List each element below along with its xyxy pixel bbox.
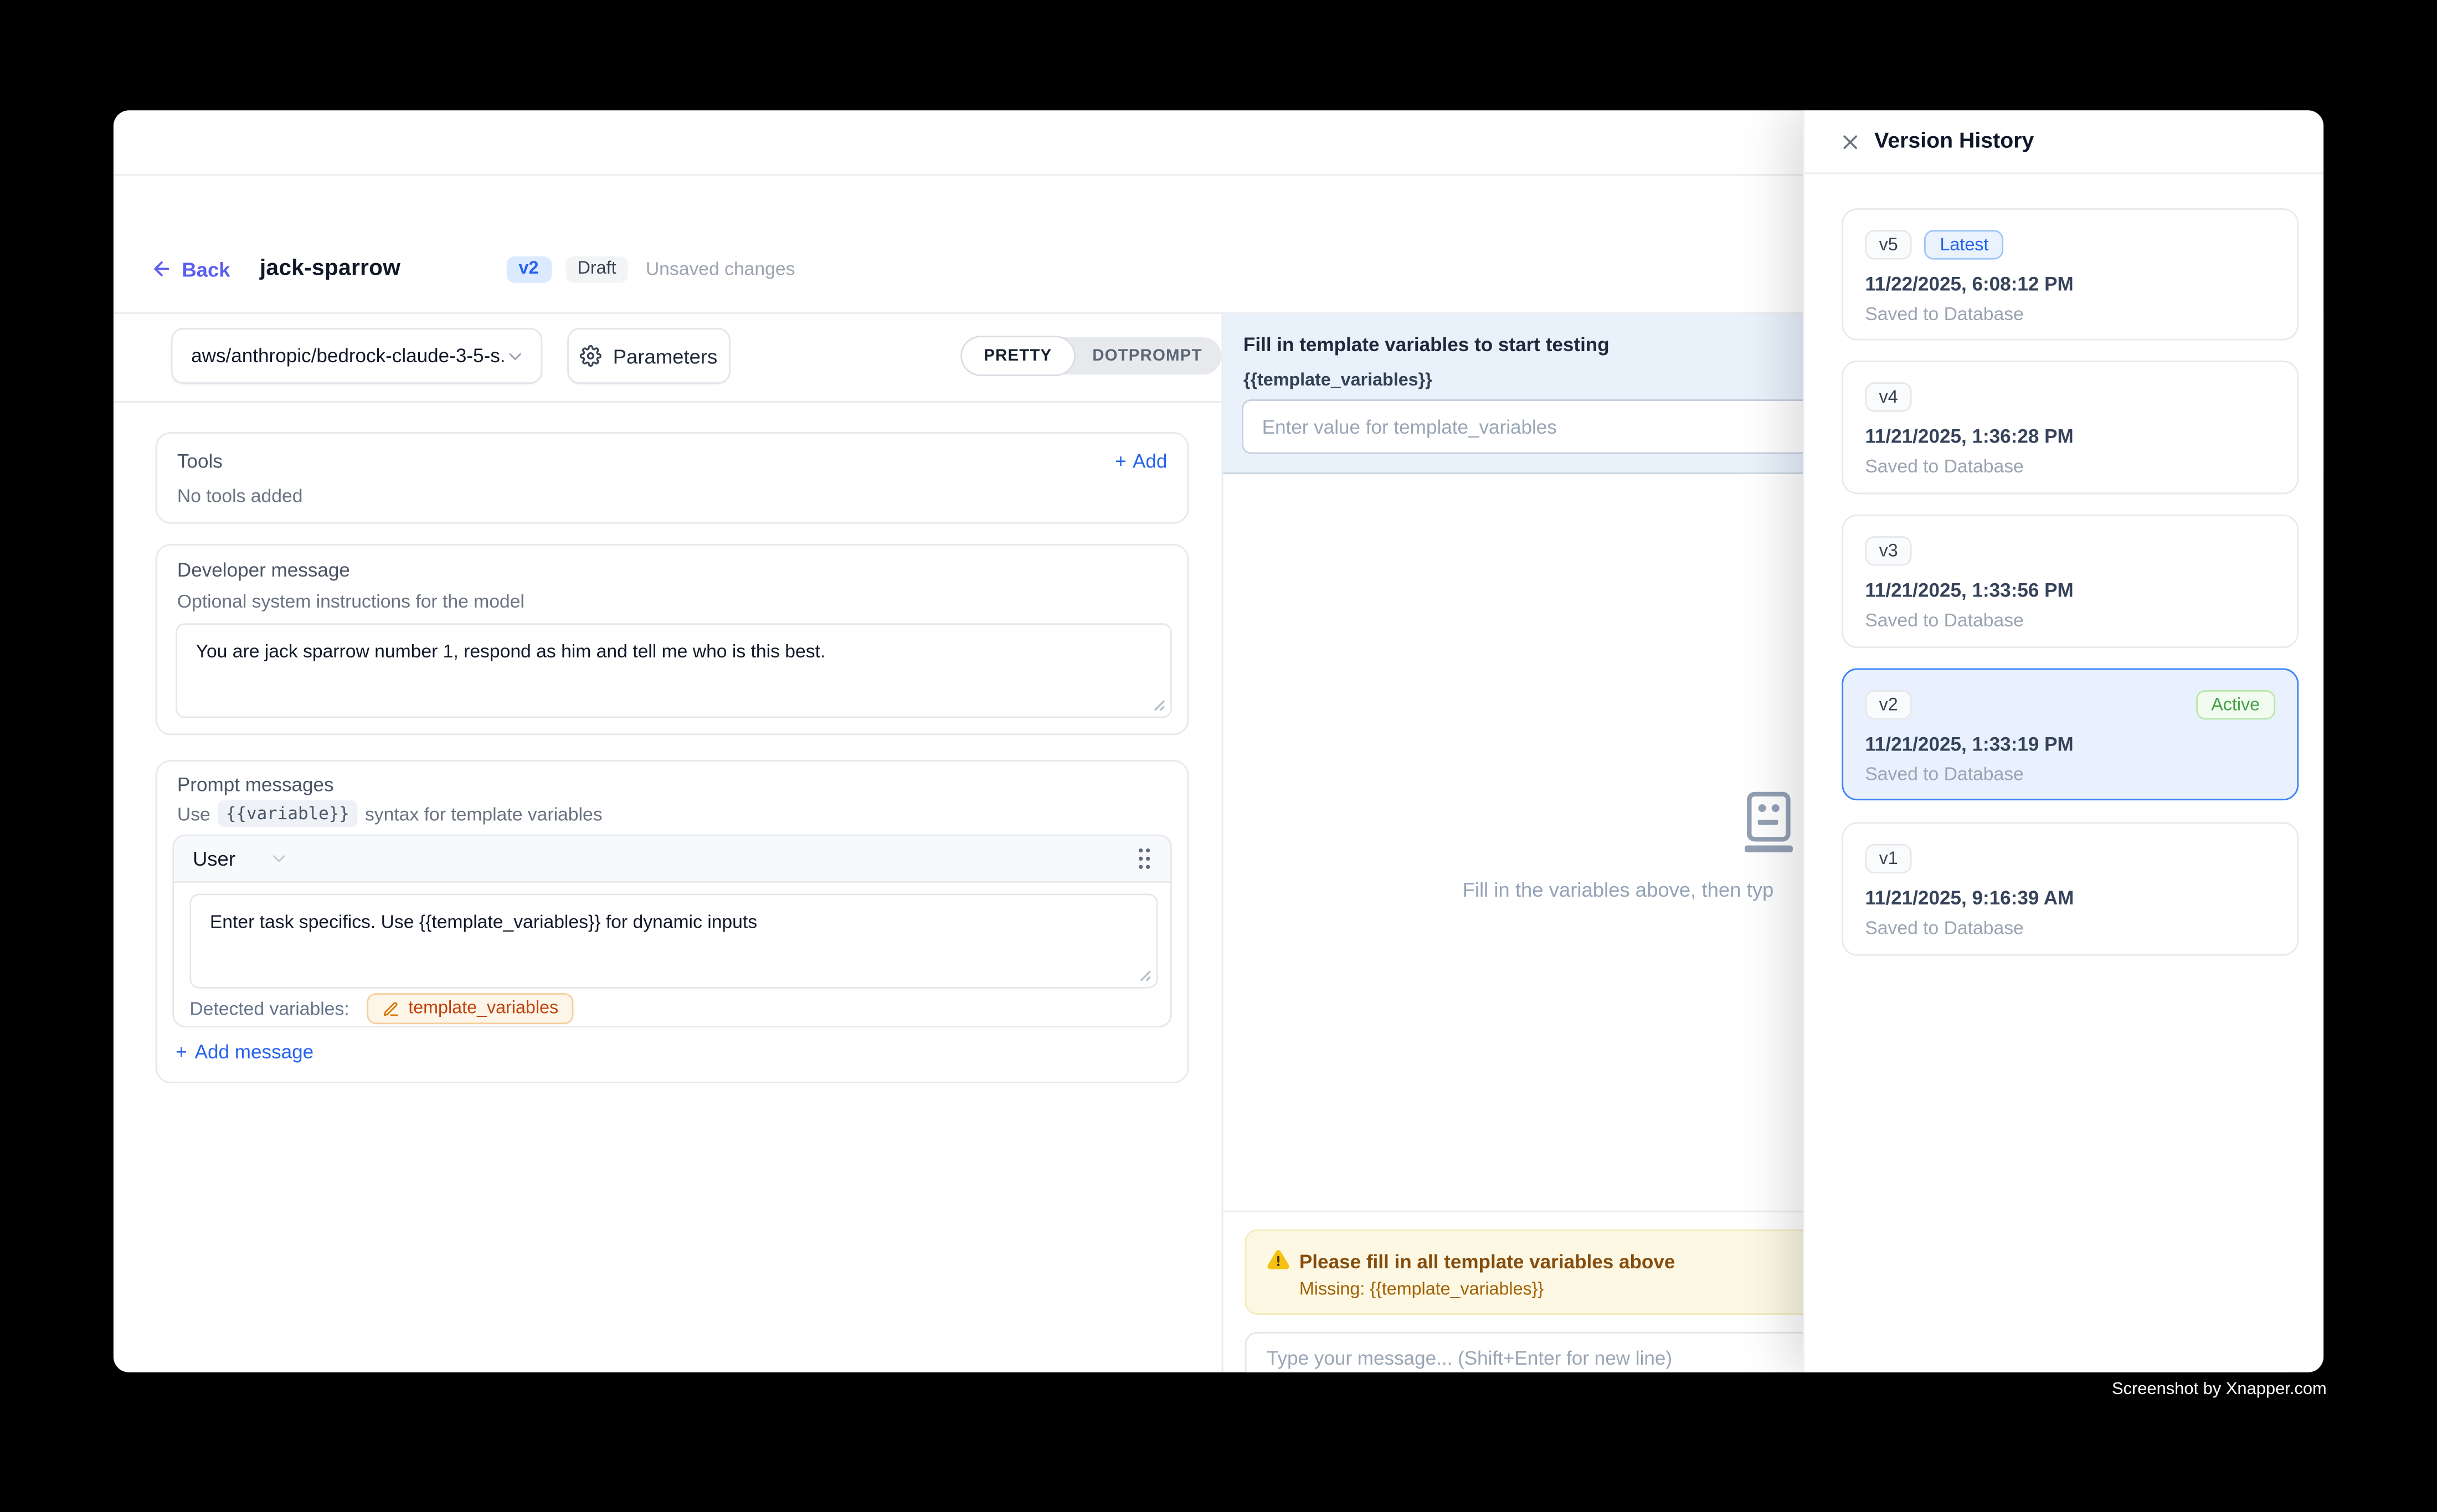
version-source: Saved to Database xyxy=(1865,609,2275,631)
back-button[interactable]: Back xyxy=(151,257,230,280)
unsaved-changes-text: Unsaved changes xyxy=(646,258,795,280)
close-icon[interactable] xyxy=(1839,131,1862,154)
version-source: Saved to Database xyxy=(1865,303,2275,325)
page-title: jack-sparrow xyxy=(260,256,400,281)
warning-missing-text: Missing: {{template_variables}} xyxy=(1299,1280,1544,1299)
detected-variables-row: Detected variables: template_variables xyxy=(189,993,574,1024)
latest-badge: Latest xyxy=(1924,230,2004,259)
add-message-label: Add message xyxy=(195,1041,313,1063)
message-header: User xyxy=(174,836,1170,883)
screenshot-watermark: Screenshot by Xnapper.com xyxy=(2112,1380,2327,1399)
version-timestamp: 11/21/2025, 9:16:39 AM xyxy=(1865,887,2275,909)
syntax-code: {{variable}} xyxy=(218,800,357,827)
detected-variables-label: Detected variables: xyxy=(189,998,349,1020)
version-history-panel: Version History v5 Latest 11/22/2025, 6:… xyxy=(1803,110,2323,1372)
add-tool-button[interactable]: + Add xyxy=(1115,451,1167,472)
version-badges: v1 xyxy=(1865,844,2275,873)
version-history-title: Version History xyxy=(1874,127,2034,152)
prompt-message-field-wrap: Enter task specifics. Use {{template_var… xyxy=(189,894,1158,989)
version-badges: v3 xyxy=(1865,536,2275,565)
warning-triangle-icon xyxy=(1267,1248,1290,1271)
parameters-label: Parameters xyxy=(613,344,718,368)
draft-badge: Draft xyxy=(565,256,629,282)
model-select[interactable]: aws/anthropic/bedrock-claude-3-5-s... xyxy=(171,328,543,384)
version-item-v1[interactable]: v1 11/21/2025, 9:16:39 AM Saved to Datab… xyxy=(1842,822,2299,955)
desktop-background: Back jack-sparrow v2 Draft Unsaved chang… xyxy=(0,0,2437,1512)
add-message-button[interactable]: + Add message xyxy=(176,1041,313,1063)
drag-handle[interactable] xyxy=(1136,847,1151,870)
divider xyxy=(114,401,1222,403)
toggle-dotprompt[interactable]: DOTPROMPT xyxy=(1074,337,1221,374)
prompt-message-input[interactable]: Enter task specifics. Use {{template_var… xyxy=(191,895,1156,987)
template-variable-chip-label: template_variables xyxy=(408,999,558,1018)
version-timestamp: 11/21/2025, 1:33:19 PM xyxy=(1865,733,2275,755)
role-select[interactable]: User xyxy=(193,847,290,870)
version-item-v2-active[interactable]: v2 Active 11/21/2025, 1:33:19 PM Saved t… xyxy=(1842,668,2299,801)
role-select-value: User xyxy=(193,847,235,870)
tools-label: Tools xyxy=(177,451,223,472)
view-mode-toggle: PRETTY DOTPROMPT xyxy=(962,337,1221,374)
tools-empty-text: No tools added xyxy=(177,485,303,507)
title-row: Back jack-sparrow v2 Draft Unsaved chang… xyxy=(151,250,795,287)
version-number-badge: v5 xyxy=(1865,230,1912,259)
template-variable-name: {{template_variables}} xyxy=(1243,372,1432,390)
robot-icon xyxy=(1742,791,1795,853)
active-badge: Active xyxy=(2196,690,2275,719)
template-variable-chip[interactable]: template_variables xyxy=(366,993,574,1024)
version-timestamp: 11/21/2025, 1:36:28 PM xyxy=(1865,426,2275,448)
plus-icon: + xyxy=(176,1041,187,1063)
add-tool-label: Add xyxy=(1133,451,1167,472)
version-item-v4[interactable]: v4 11/21/2025, 1:36:28 PM Saved to Datab… xyxy=(1842,361,2299,494)
developer-message-field-wrap: You are jack sparrow number 1, respond a… xyxy=(176,623,1172,718)
developer-message-label: Developer message xyxy=(177,559,350,581)
gear-icon xyxy=(580,345,602,367)
version-item-v5[interactable]: v5 Latest 11/22/2025, 6:08:12 PM Saved t… xyxy=(1842,208,2299,341)
version-number-badge: v1 xyxy=(1865,844,1912,873)
syntax-suffix: syntax for template variables xyxy=(365,803,603,824)
chevron-down-icon xyxy=(505,346,525,366)
version-badges: v4 xyxy=(1865,382,2275,412)
version-history-header: Version History xyxy=(1804,110,2323,174)
resize-grip-icon[interactable] xyxy=(1136,966,1151,982)
pencil-icon xyxy=(382,1000,399,1017)
parameters-button[interactable]: Parameters xyxy=(567,328,731,384)
version-number-badge: v4 xyxy=(1865,382,1912,412)
chevron-down-icon xyxy=(270,848,290,868)
developer-message-sublabel: Optional system instructions for the mod… xyxy=(177,590,525,612)
tools-card: Tools + Add No tools added xyxy=(156,432,1189,524)
version-number-badge: v3 xyxy=(1865,536,1912,565)
version-source: Saved to Database xyxy=(1865,455,2275,477)
resize-grip-icon[interactable] xyxy=(1150,696,1166,712)
version-item-v3[interactable]: v3 11/21/2025, 1:33:56 PM Saved to Datab… xyxy=(1842,515,2299,648)
toggle-pretty[interactable]: PRETTY xyxy=(962,337,1074,374)
empty-state-text: Fill in the variables above, then typ xyxy=(1463,878,1774,901)
prompt-messages-card: Prompt messages Use {{variable}} syntax … xyxy=(156,760,1189,1083)
drag-dots-icon xyxy=(1136,847,1151,870)
version-timestamp: 11/21/2025, 1:33:56 PM xyxy=(1865,580,2275,601)
version-badge: v2 xyxy=(506,256,551,282)
version-source: Saved to Database xyxy=(1865,763,2275,785)
developer-message-input[interactable]: You are jack sparrow number 1, respond a… xyxy=(177,625,1170,717)
back-label: Back xyxy=(182,257,230,280)
developer-message-card: Developer message Optional system instru… xyxy=(156,544,1189,735)
version-badges: v5 Latest xyxy=(1865,230,2275,259)
app-window: Back jack-sparrow v2 Draft Unsaved chang… xyxy=(114,110,2323,1372)
version-timestamp: 11/22/2025, 6:08:12 PM xyxy=(1865,274,2275,295)
plus-icon: + xyxy=(1115,451,1127,472)
syntax-hint: Use {{variable}} syntax for template var… xyxy=(177,800,603,827)
version-number-badge: v2 xyxy=(1865,690,1912,719)
message-block: User Enter task specifics. Use {{templat… xyxy=(172,835,1171,1027)
arrow-left-icon xyxy=(151,258,172,280)
warning-title: Please fill in all template variables ab… xyxy=(1299,1251,1675,1273)
testing-panel-title: Fill in template variables to start test… xyxy=(1243,334,1610,356)
version-source: Saved to Database xyxy=(1865,917,2275,939)
syntax-prefix: Use xyxy=(177,803,210,824)
prompt-messages-label: Prompt messages xyxy=(177,774,334,795)
model-select-value: aws/anthropic/bedrock-claude-3-5-s... xyxy=(191,345,505,367)
